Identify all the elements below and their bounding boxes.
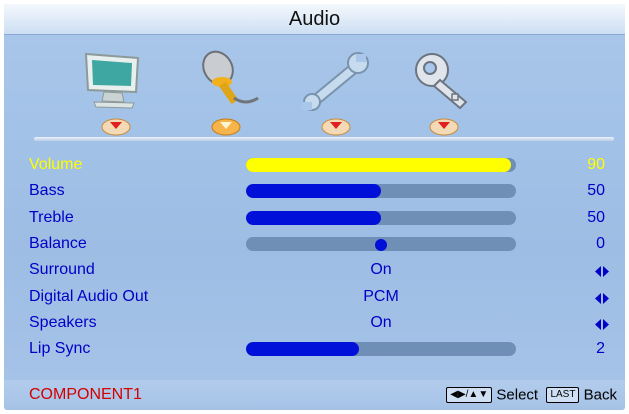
slider-track[interactable]	[246, 236, 516, 251]
setting-label: Balance	[29, 234, 87, 252]
setting-row[interactable]: Speakers On	[4, 310, 625, 335]
slider-fill	[246, 342, 360, 357]
slider-track[interactable]	[246, 184, 516, 199]
setting-row[interactable]: Volume 90	[4, 152, 625, 177]
slider-fill	[246, 184, 381, 199]
tab-indicator-icon	[428, 114, 460, 136]
setting-value: 2	[596, 340, 605, 358]
setting-value: 90	[587, 156, 605, 173]
setting-label: Treble	[29, 208, 74, 226]
navigation-hint: ◀▶/▲▼ Select LAST Back	[446, 386, 617, 404]
menu-title: Audio	[4, 4, 625, 35]
microphone-icon[interactable]	[186, 46, 266, 114]
menu-tabs	[4, 46, 625, 116]
setting-row[interactable]: Bass 50	[4, 178, 625, 203]
setting-option-value: PCM	[363, 287, 399, 305]
setting-label: Digital Audio Out	[29, 287, 149, 305]
setting-label: Bass	[29, 182, 65, 200]
key-icon[interactable]	[404, 46, 484, 114]
setting-label: Surround	[29, 261, 95, 279]
setting-row[interactable]: Balance 0	[4, 231, 625, 256]
left-right-arrows-icon[interactable]	[595, 264, 609, 278]
status-bar: COMPONENT1 ◀▶/▲▼ Select LAST Back	[4, 380, 625, 410]
setting-value: 0	[596, 234, 605, 252]
setting-label: Lip Sync	[29, 340, 91, 358]
setting-option-value: On	[370, 313, 392, 331]
tab-indicator-active-icon	[210, 114, 242, 136]
setting-option-value: On	[370, 261, 392, 279]
balance-knob[interactable]	[375, 238, 387, 251]
setting-row[interactable]: Digital Audio Out PCM	[4, 284, 625, 309]
input-source: COMPONENT1	[29, 386, 142, 403]
setting-label: Volume	[29, 156, 83, 173]
tab-indicator-icon	[320, 114, 352, 136]
slider-fill	[246, 158, 511, 172]
setting-value: 50	[587, 182, 605, 200]
wrench-icon[interactable]	[296, 46, 376, 114]
back-label: Back	[583, 386, 617, 404]
slider-track[interactable]	[246, 210, 516, 225]
arrow-keys-icon: ◀▶/▲▼	[446, 387, 493, 404]
last-key-icon: LAST	[546, 387, 580, 404]
slider-track[interactable]	[246, 342, 516, 357]
left-right-arrows-icon[interactable]	[595, 317, 609, 330]
divider	[34, 137, 614, 141]
select-label: Select	[496, 386, 539, 404]
setting-label: Speakers	[29, 313, 97, 331]
tab-indicator-icon	[100, 114, 132, 136]
setting-row[interactable]: Lip Sync 2	[4, 336, 625, 361]
setting-row[interactable]: Surround On	[4, 257, 625, 282]
slider-fill	[246, 210, 381, 225]
monitor-icon[interactable]	[76, 46, 156, 114]
setting-value: 50	[587, 208, 605, 226]
slider-track[interactable]	[246, 158, 516, 172]
setting-row[interactable]: Treble 50	[4, 205, 625, 230]
osd-frame: Audio Volume 90 Bass 50 Treble 50 Balanc…	[4, 4, 625, 410]
left-right-arrows-icon[interactable]	[595, 291, 609, 304]
